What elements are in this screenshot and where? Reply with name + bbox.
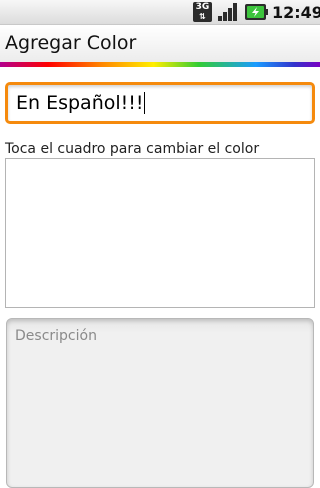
color-picker-box[interactable] bbox=[5, 158, 315, 308]
rainbow-divider bbox=[0, 62, 320, 67]
clock: 12:49 bbox=[272, 3, 320, 22]
description-input[interactable]: Descripción bbox=[6, 318, 314, 488]
battery-charging-icon bbox=[245, 4, 268, 20]
color-name-value: En Español!!! bbox=[16, 92, 144, 114]
data-activity-arrows: ⇅ bbox=[199, 12, 206, 21]
color-name-input[interactable]: En Español!!! bbox=[5, 82, 315, 124]
color-hint-label: Toca el cuadro para cambiar el color bbox=[5, 141, 260, 157]
3g-data-icon: 3G ⇅ bbox=[193, 2, 212, 22]
status-bar: 3G ⇅ 12:49 bbox=[0, 0, 320, 25]
description-placeholder: Descripción bbox=[15, 328, 97, 344]
signal-strength-icon bbox=[218, 3, 237, 21]
title-bar: Agregar Color bbox=[0, 25, 320, 62]
text-cursor bbox=[143, 92, 145, 114]
page-title: Agregar Color bbox=[5, 32, 137, 54]
